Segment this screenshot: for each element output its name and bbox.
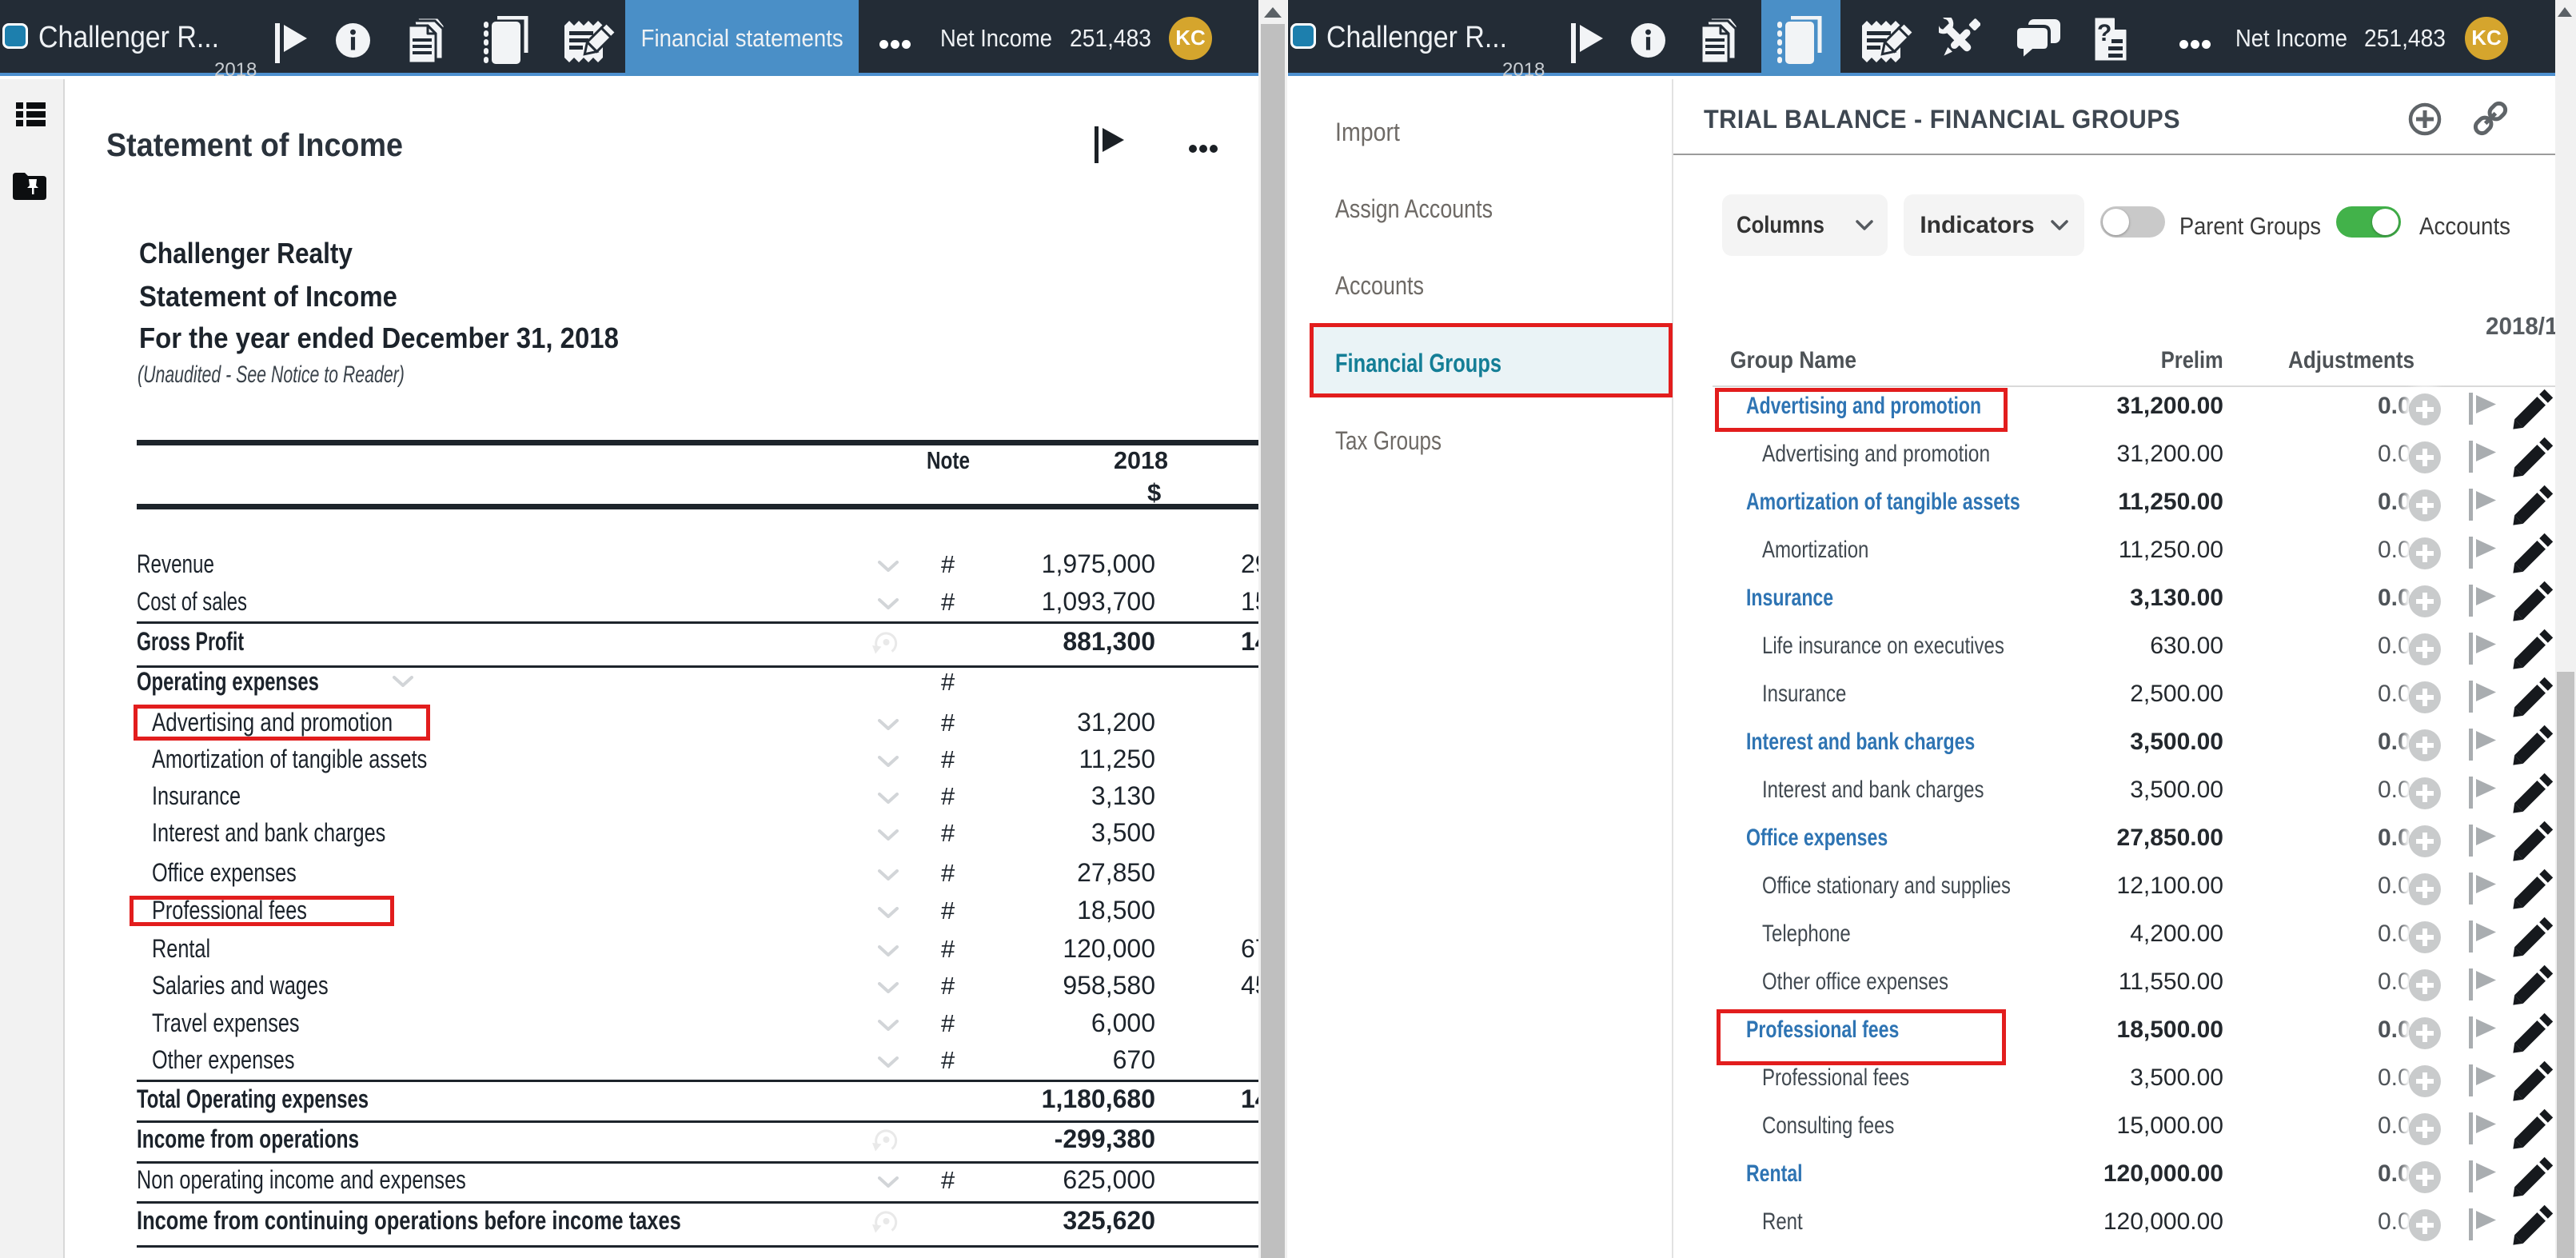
svg-text:?: ? xyxy=(2097,20,2111,46)
